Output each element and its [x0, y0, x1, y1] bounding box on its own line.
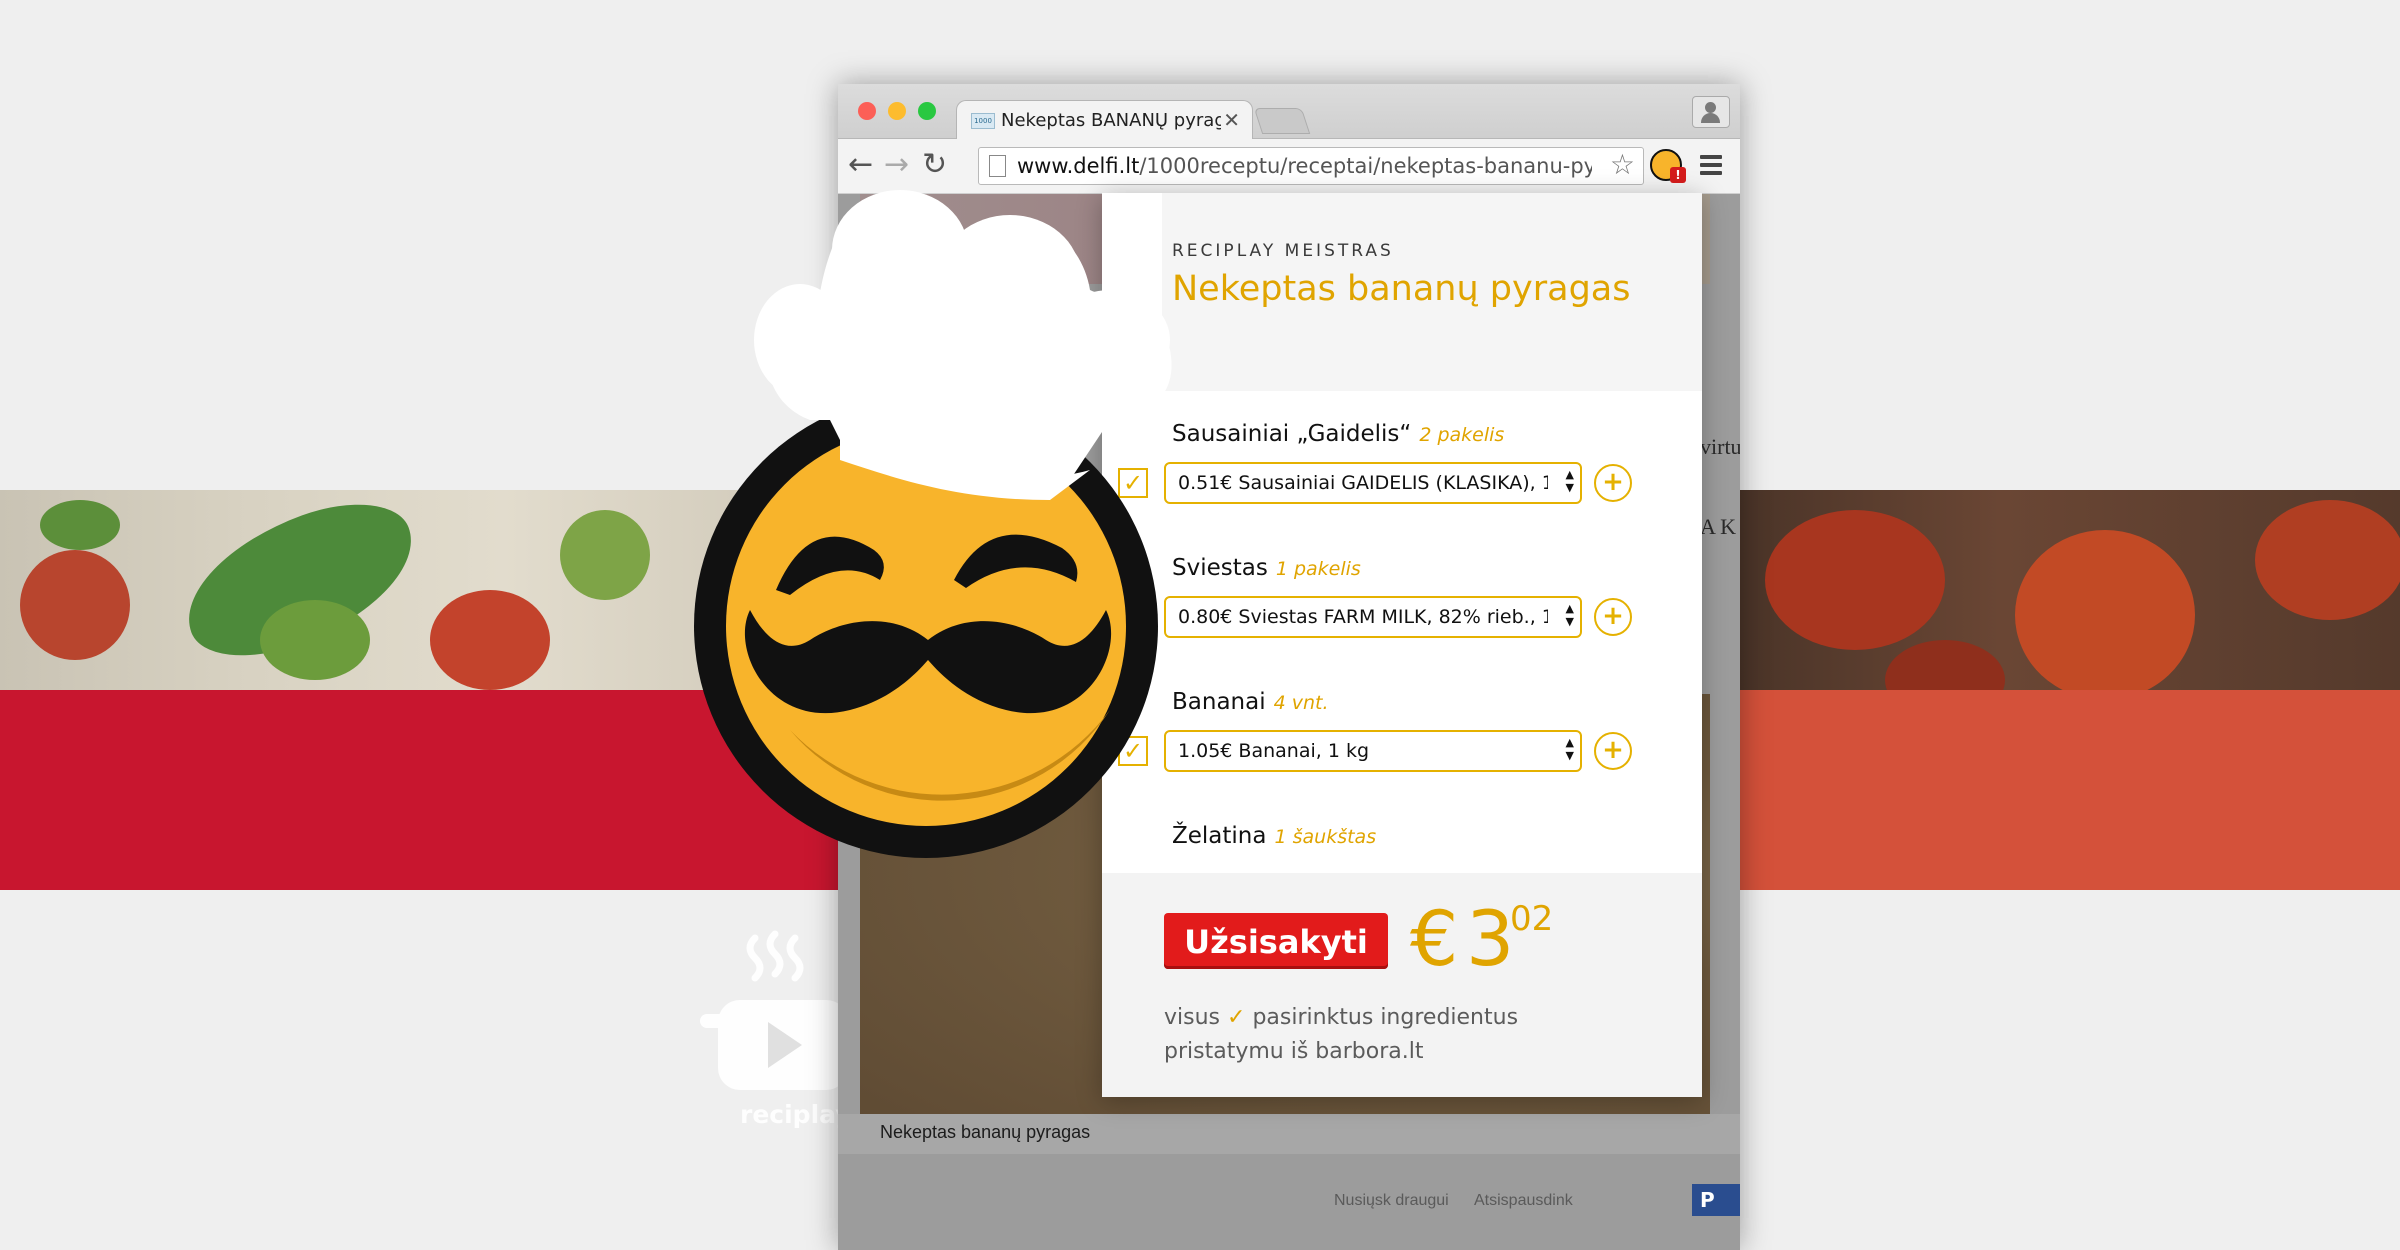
ingredient-quantity: 1 pakelis: [1275, 558, 1361, 580]
photo-caption-bar: Nekeptas bananų pyragas: [838, 1114, 1740, 1154]
browser-titlebar: 1000 Nekeptas BANANŲ pyragas ✕: [838, 84, 1740, 141]
select-arrows-icon: ▲ ▼: [1565, 602, 1574, 628]
select-arrows-icon: ▲ ▼: [1565, 736, 1574, 762]
bookmark-star-icon[interactable]: ☆: [1610, 148, 1635, 181]
product-select[interactable]: 1.05€ Bananai, 1 kg ▲ ▼: [1164, 730, 1582, 772]
steaming-pot-play-icon: [700, 930, 848, 1090]
hamburger-menu-icon[interactable]: [1700, 155, 1722, 175]
reciplay-logo: reciplay: [700, 930, 852, 1130]
maximize-window-button[interactable]: [918, 102, 936, 120]
select-arrows-icon: ▲ ▼: [1565, 468, 1574, 494]
check-icon: ✓: [1227, 1005, 1246, 1030]
chef-mascot: [690, 170, 1210, 870]
profile-button[interactable]: [1692, 96, 1730, 128]
popup-footer: Užsisakyti € 3 02 visus ✓ pasirinktus in…: [1102, 873, 1702, 1097]
side-text-snippet-2: A K: [1700, 514, 1737, 539]
reciplay-logo-text: reciplay: [740, 1100, 852, 1129]
product-select-value: 0.80€ Sviestas FARM MILK, 82% rieb., 180…: [1178, 606, 1548, 628]
user-icon: [1705, 102, 1716, 113]
extension-badge: !: [1670, 167, 1686, 183]
add-product-button[interactable]: +: [1594, 464, 1632, 502]
background-red-band-right: [1735, 690, 2400, 890]
new-tab-button[interactable]: [1253, 108, 1311, 134]
background-tomato-photo-right: [1735, 490, 2400, 690]
product-select[interactable]: 0.51€ Sausainiai GAIDELIS (KLASIKA), 180…: [1164, 462, 1582, 504]
photo-caption: Nekeptas bananų pyragas: [880, 1122, 1091, 1142]
product-select-value: 0.51€ Sausainiai GAIDELIS (KLASIKA), 180…: [1178, 472, 1548, 494]
product-select[interactable]: 0.80€ Sviestas FARM MILK, 82% rieb., 180…: [1164, 596, 1582, 638]
facebook-share-button[interactable]: P: [1692, 1184, 1740, 1216]
minimize-window-button[interactable]: [888, 102, 906, 120]
site-favicon-icon: 1000: [971, 113, 995, 129]
browser-tab-active[interactable]: 1000 Nekeptas BANANŲ pyragas ✕: [956, 100, 1253, 141]
ingredient-quantity: 2 pakelis: [1419, 424, 1505, 446]
chef-mascot-icon: [694, 190, 1172, 858]
tab-title: Nekeptas BANANŲ pyragas: [1001, 110, 1221, 131]
add-product-button[interactable]: +: [1594, 732, 1632, 770]
close-window-button[interactable]: [858, 102, 876, 120]
add-product-button[interactable]: +: [1594, 598, 1632, 636]
ingredient-quantity: 4 vnt.: [1273, 692, 1329, 714]
print-link[interactable]: Atsispausdink: [1474, 1192, 1573, 1210]
order-button[interactable]: Užsisakyti: [1164, 913, 1388, 969]
ingredient-name: Sausainiai „Gaidelis“ 2 pakelis: [1172, 421, 1505, 447]
popup-title: Nekeptas bananų pyragas: [1172, 269, 1631, 309]
price-major: 3: [1466, 894, 1515, 983]
share-email-link[interactable]: Nusiųsk draugui: [1334, 1192, 1449, 1210]
product-select-value: 1.05€ Bananai, 1 kg: [1178, 740, 1370, 762]
tab-close-icon[interactable]: ✕: [1223, 108, 1240, 132]
price-minor: 02: [1510, 899, 1554, 939]
ingredient-quantity: 1 šaukštas: [1274, 826, 1377, 848]
delivery-note: visus ✓ pasirinktus ingredientus pristat…: [1164, 1005, 1519, 1064]
side-text-snippet: virtu: [1700, 434, 1740, 459]
price-currency: €: [1410, 894, 1459, 983]
